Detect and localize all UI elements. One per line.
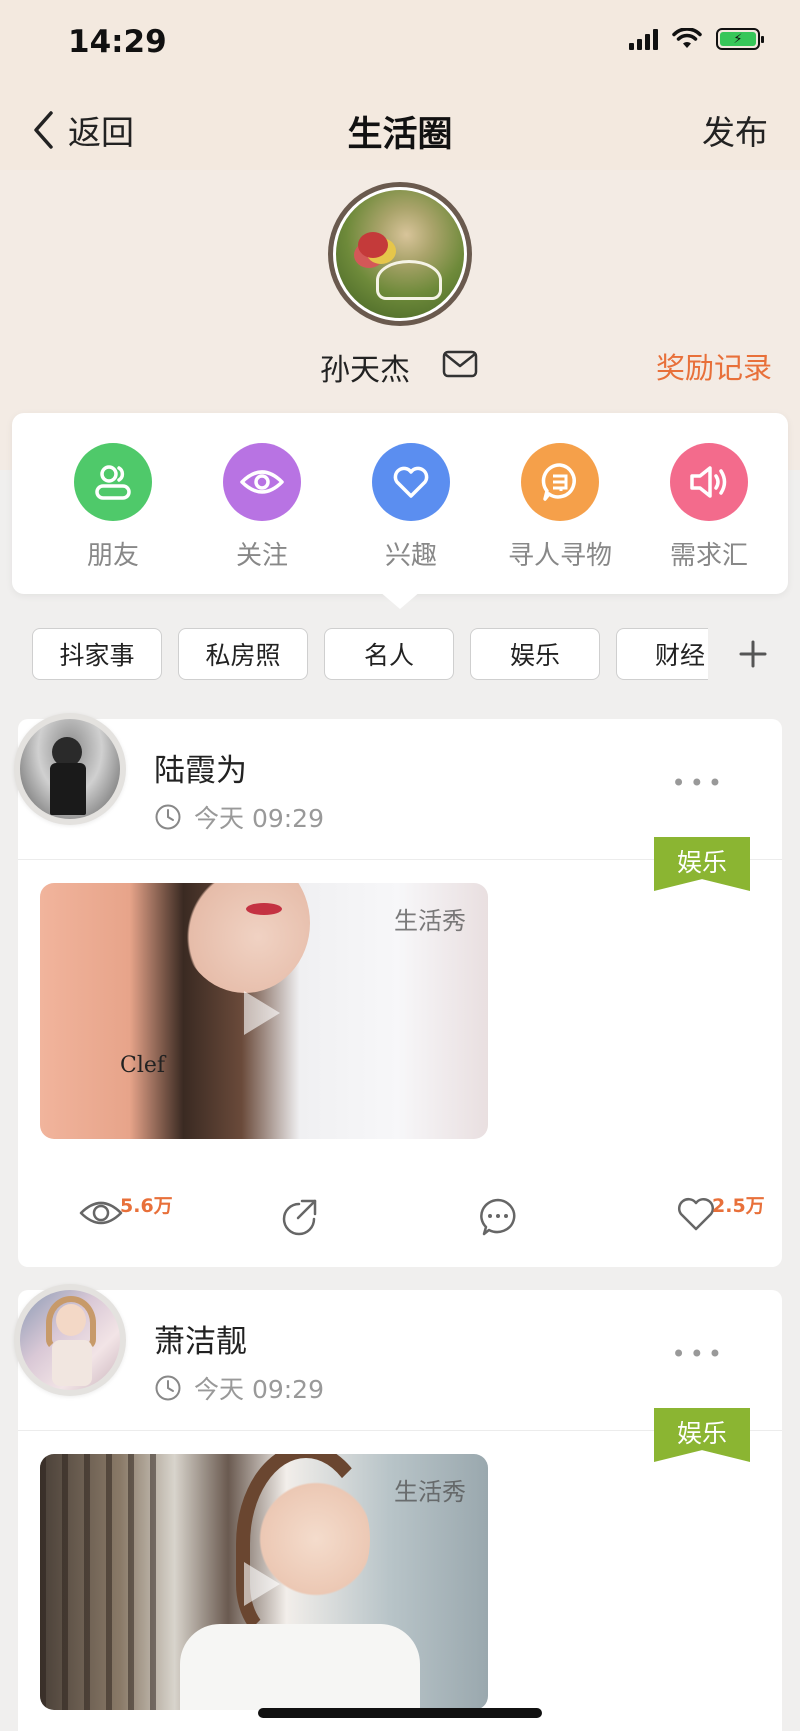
- category-card: 朋友 关注 兴趣 寻人寻物 需求汇: [12, 413, 788, 594]
- friends-icon: [74, 443, 152, 521]
- views-count: 5.6万: [120, 1195, 173, 1217]
- publish-button[interactable]: 发布: [702, 106, 768, 154]
- post-author[interactable]: 萧洁靓: [154, 1316, 247, 1361]
- reward-record-link[interactable]: 奖励记录: [656, 345, 772, 387]
- comment-button[interactable]: [478, 1197, 518, 1237]
- heart-icon: [372, 443, 450, 521]
- views-stat: 5.6万: [78, 1195, 173, 1231]
- category-demand[interactable]: 需求汇: [639, 443, 779, 572]
- category-label: 关注: [235, 541, 288, 571]
- tag-item[interactable]: 私房照: [178, 628, 308, 680]
- tag-item[interactable]: 娱乐: [470, 628, 600, 680]
- selected-category-pointer: [379, 591, 421, 609]
- status-time: 14:29: [68, 24, 167, 60]
- home-indicator: [258, 1708, 542, 1718]
- play-icon: [244, 1562, 280, 1606]
- category-interest[interactable]: 兴趣: [341, 443, 481, 572]
- more-options-button[interactable]: •••: [672, 1340, 726, 1368]
- post-author[interactable]: 陆霞为: [154, 745, 247, 790]
- clock-icon: [155, 1375, 181, 1401]
- more-options-button[interactable]: •••: [672, 769, 726, 797]
- post-video-thumbnail[interactable]: 生活秀: [40, 1454, 488, 1710]
- post-category-badge: 娱乐: [654, 837, 750, 891]
- tag-item[interactable]: 抖家事: [32, 628, 162, 680]
- post-time: 今天 09:29: [154, 799, 324, 835]
- avatar[interactable]: [328, 182, 472, 326]
- post-avatar[interactable]: [14, 713, 126, 825]
- clock-icon: [155, 804, 181, 830]
- search-chat-icon: [521, 443, 599, 521]
- watermark: 生活秀: [394, 1478, 466, 1506]
- back-label: 返回: [68, 113, 134, 152]
- category-follow[interactable]: 关注: [192, 443, 332, 572]
- post-time: 今天 09:29: [154, 1370, 324, 1406]
- category-friends[interactable]: 朋友: [43, 443, 183, 572]
- post-category-badge: 娱乐: [654, 1408, 750, 1462]
- eye-icon: [79, 1201, 123, 1225]
- post-card: 萧洁靓 今天 09:29 ••• 娱乐 生活秀: [14, 1284, 782, 1731]
- share-button[interactable]: [280, 1197, 320, 1237]
- comment-icon: [480, 1198, 516, 1236]
- post-card: 陆霞为 今天 09:29 ••• 娱乐 Clef 生活秀 5.6万 2.5万: [14, 713, 782, 1267]
- category-label: 寻人寻物: [507, 541, 612, 571]
- wifi-icon: [672, 28, 702, 48]
- tag-item-selected[interactable]: 名人: [324, 628, 454, 680]
- chevron-left-icon: [34, 111, 53, 149]
- cellular-signal-icon: [629, 28, 658, 50]
- category-lost-found[interactable]: 寻人寻物: [490, 443, 630, 572]
- tag-item[interactable]: 财经: [616, 628, 708, 680]
- category-label: 需求汇: [669, 541, 748, 571]
- plus-icon: [739, 640, 767, 668]
- back-button[interactable]: 返回: [32, 106, 134, 154]
- battery-icon: ⚡: [716, 28, 764, 50]
- eye-icon: [223, 443, 301, 521]
- post-video-thumbnail[interactable]: Clef 生活秀: [40, 883, 488, 1139]
- add-tag-button[interactable]: [738, 634, 768, 678]
- tag-bar: 抖家事 私房照 名人 娱乐 财经: [0, 628, 800, 682]
- nav-bar: 返回 生活圈 发布: [0, 88, 800, 170]
- post-actions: 5.6万 2.5万: [18, 1189, 782, 1249]
- share-icon: [282, 1199, 317, 1236]
- user-name: 孙天杰: [320, 353, 410, 388]
- play-icon: [244, 991, 280, 1035]
- like-button[interactable]: 2.5万: [676, 1195, 765, 1233]
- speaker-icon: [670, 443, 748, 521]
- watermark: 生活秀: [394, 907, 466, 935]
- post-time-text: 今天 09:29: [194, 804, 324, 833]
- status-bar: 14:29 ⚡: [0, 0, 800, 88]
- mail-icon[interactable]: [442, 350, 478, 378]
- category-label: 兴趣: [384, 541, 437, 571]
- category-label: 朋友: [86, 541, 139, 571]
- status-icons: ⚡: [629, 28, 764, 50]
- heart-icon: [678, 1198, 714, 1231]
- likes-count: 2.5万: [712, 1195, 765, 1217]
- post-avatar[interactable]: [14, 1284, 126, 1396]
- post-time-text: 今天 09:29: [194, 1375, 324, 1404]
